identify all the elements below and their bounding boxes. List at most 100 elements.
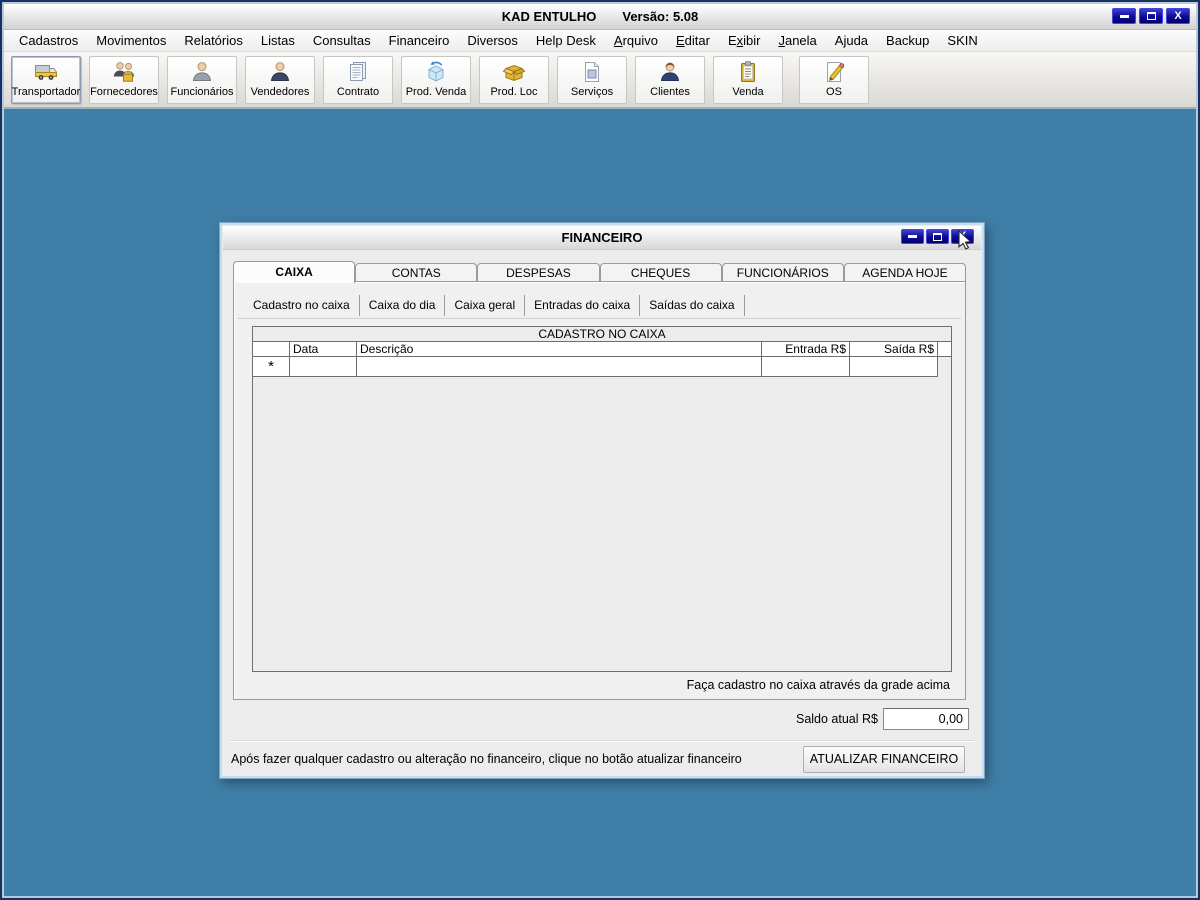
menu-cadastros[interactable]: Cadastros [10,30,87,52]
financeiro-close-button[interactable]: X [951,229,974,244]
tab-caixa[interactable]: CAIXA [233,261,356,283]
atualizar-financeiro-button[interactable]: ATUALIZAR FINANCEIRO [803,746,965,773]
toolbar-servicos-button[interactable]: Serviços [557,56,627,104]
grid-col-data: Data [290,342,357,356]
grid-col-saida: Saída R$ [850,342,938,356]
tab-contas[interactable]: CONTAS [355,263,478,282]
close-icon: X [958,230,967,242]
subtab-caixa-do-dia[interactable]: Caixa do dia [360,295,446,316]
financeiro-titlebar[interactable]: FINANCEIRO [223,226,981,250]
employee-icon [192,62,212,81]
grid-title-band: CADASTRO NO CAIXA [253,327,951,342]
cadastro-caixa-grid: CADASTRO NO CAIXA Data Descrição Entrada… [252,326,952,672]
financeiro-maximize-button[interactable] [926,229,949,244]
toolbar-os-button[interactable]: OS [799,56,869,104]
toolbar-vendedores-button[interactable]: Vendedores [245,56,315,104]
minimize-icon [1119,14,1129,18]
financeiro-title: FINANCEIRO [561,230,643,245]
financeiro-tabstrip: CAIXA CONTAS DESPESAS CHEQUES FUNCIONÁRI… [233,261,967,283]
grid-cell-descricao[interactable] [357,357,762,377]
maximize-icon [1146,12,1156,20]
menu-movimentos[interactable]: Movimentos [87,30,175,52]
menu-diversos[interactable]: Diversos [458,30,527,52]
saldo-atual-field[interactable]: 0,00 [883,708,969,730]
close-button[interactable]: X [1166,8,1190,24]
toolbar-fornecedores-button[interactable]: Fornecedores [89,56,159,104]
caixa-subtabstrip: Cadastro no caixa Caixa do dia Caixa ger… [244,295,745,316]
tab-funcionarios[interactable]: FUNCIONÁRIOS [721,263,844,282]
toolbar-clientes-button[interactable]: Clientes [635,56,705,104]
menubar: Cadastros Movimentos Relatórios Listas C… [4,30,1196,52]
subtab-caixa-geral[interactable]: Caixa geral [445,295,526,316]
menu-skin[interactable]: SKIN [938,30,986,52]
grid-header-row: Data Descrição Entrada R$ Saída R$ [253,342,951,357]
toolbar-button-label: Serviços [570,86,614,98]
toolbar-button-label: Vendedores [250,86,310,98]
application-window: KAD ENTULHO Versão: 5.08 X Cadastros Mov… [0,0,1200,900]
footer-instruction-text: Após fazer qualquer cadastro ou alteraçã… [231,752,742,766]
caixa-tabpage: Cadastro no caixa Caixa do dia Caixa ger… [233,281,966,700]
toolbar-button-label: Funcionários [170,86,234,98]
grid-cell-entrada[interactable] [762,357,850,377]
subtab-cadastro-no-caixa[interactable]: Cadastro no caixa [244,295,360,316]
app-title: KAD ENTULHO [501,9,597,24]
saldo-atual-label: Saldo atual R$ [795,712,878,726]
grid-col-descricao: Descrição [357,342,762,356]
grid-hint-text: Faça cadastro no caixa através da grade … [686,678,950,692]
menu-listas[interactable]: Listas [252,30,304,52]
app-version: Versão: 5.08 [622,9,699,24]
tab-agenda-hoje[interactable]: AGENDA HOJE [843,263,967,282]
tab-cheques[interactable]: CHEQUES [599,263,722,282]
toolbar-transportador-button[interactable]: Transportador [11,56,81,104]
grid-row-filler [938,357,951,377]
grid-cell-saida[interactable] [850,357,938,377]
client-icon [660,62,680,81]
suppliers-icon [113,62,135,82]
toolbar-funcionarios-button[interactable]: Funcionários [167,56,237,104]
toolbar-venda-button[interactable]: Venda [713,56,783,104]
grid-col-indicator [253,342,290,356]
tab-despesas[interactable]: DESPESAS [477,263,600,282]
menu-exibir[interactable]: Exibir [719,30,770,52]
toolbar-button-label: Prod. Loc [490,86,538,98]
menu-janela[interactable]: Janela [769,30,825,52]
grid-header-filler [938,342,951,356]
toolbar: Transportador Fornecedores Funcionários [4,52,1196,109]
seller-icon [270,62,290,81]
main-titlebar: KAD ENTULHO Versão: 5.08 [4,4,1196,30]
grid-cell-data[interactable] [290,357,357,377]
menu-consultas[interactable]: Consultas [304,30,380,52]
product-rental-box-icon [502,64,526,82]
grid-new-row-indicator: * [253,357,290,377]
toolbar-button-label: OS [826,86,842,98]
menu-help-desk[interactable]: Help Desk [527,30,605,52]
maximize-icon [933,232,942,241]
menu-editar[interactable]: Editar [667,30,719,52]
toolbar-button-label: Transportador [11,86,81,98]
minimize-button[interactable] [1112,8,1136,24]
truck-icon [35,65,57,80]
menu-relatorios[interactable]: Relatórios [175,30,252,52]
menu-arquivo[interactable]: Arquivo [605,30,667,52]
minimize-icon [908,235,917,238]
subtab-saidas-do-caixa[interactable]: Saídas do caixa [640,295,745,316]
financeiro-window-controls: X [901,229,974,244]
financeiro-minimize-button[interactable] [901,229,924,244]
subtab-entradas-do-caixa[interactable]: Entradas do caixa [525,295,641,316]
sale-clipboard-icon [741,61,755,82]
menu-financeiro[interactable]: Financeiro [380,30,459,52]
services-page-icon [585,62,599,82]
financeiro-window: FINANCEIRO X CAIXA CONTAS DESPESAS CHEQU… [219,222,985,779]
toolbar-prod-venda-button[interactable]: Prod. Venda [401,56,471,104]
toolbar-prod-loc-button[interactable]: Prod. Loc [479,56,549,104]
close-icon: X [1174,9,1182,22]
grid-col-entrada: Entrada R$ [762,342,850,356]
toolbar-contrato-button[interactable]: Contrato [323,56,393,104]
menu-backup[interactable]: Backup [877,30,938,52]
footer-divider [230,740,974,741]
subtab-divider [238,318,961,319]
main-window-controls: X [1112,8,1190,24]
menu-ajuda[interactable]: Ajuda [826,30,877,52]
product-sale-cube-icon [428,61,444,82]
maximize-button[interactable] [1139,8,1163,24]
